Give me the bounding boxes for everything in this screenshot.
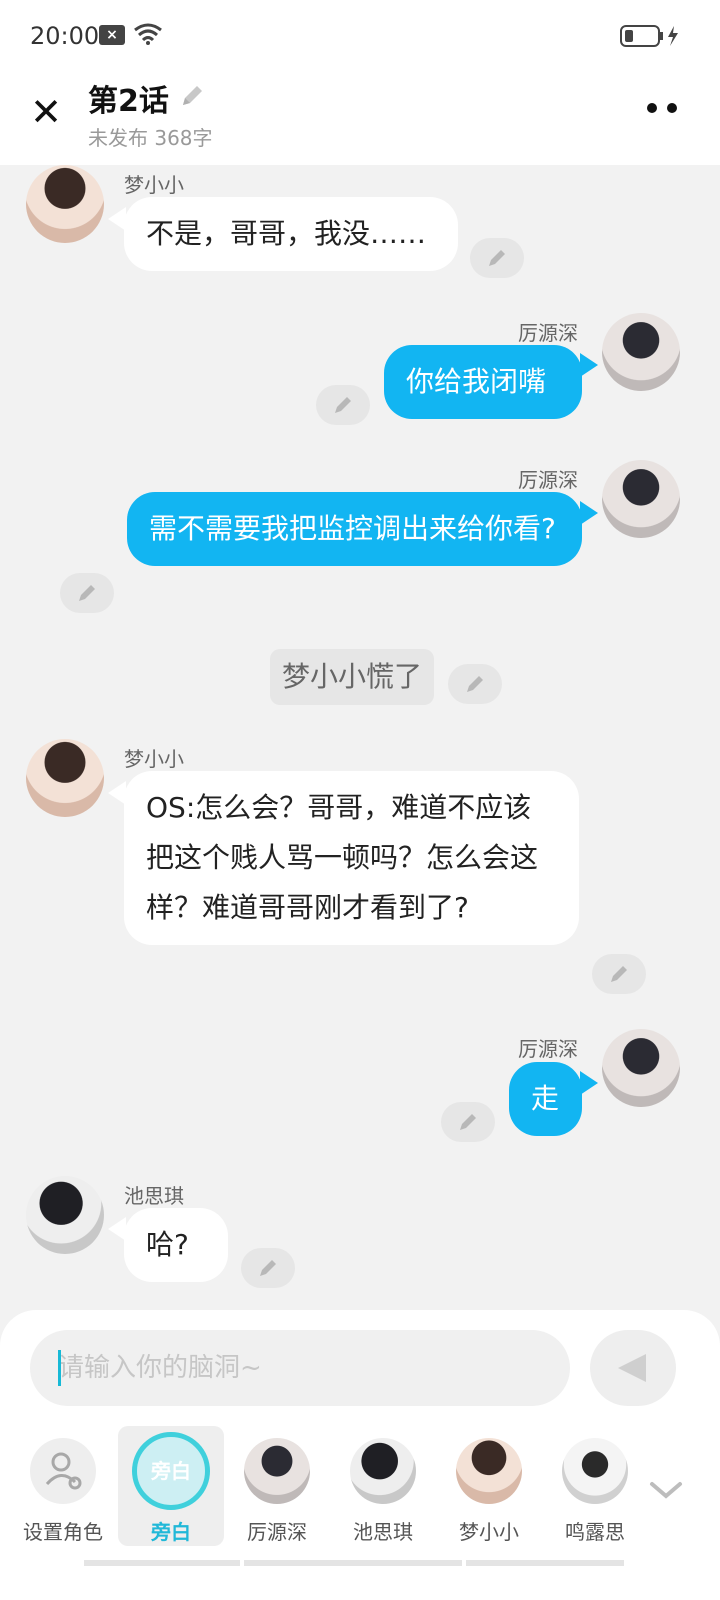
sender-name: 厉源深 [518, 468, 578, 492]
message-bubble[interactable]: 你给我闭嘴 [384, 345, 582, 419]
message-bubble[interactable]: 不是，哥哥，我没…… [124, 197, 458, 271]
role-meng-xiaoxiao[interactable]: 梦小小 [436, 1426, 542, 1546]
message-bubble[interactable]: 走 [509, 1062, 582, 1136]
edit-message-button[interactable] [448, 664, 502, 704]
sender-name: 池思琪 [124, 1184, 184, 1208]
edit-message-button[interactable] [592, 954, 646, 994]
close-button[interactable]: ✕ [26, 92, 66, 132]
scroll-indicator [84, 1560, 240, 1566]
edit-message-button[interactable] [241, 1248, 295, 1288]
edit-message-button[interactable] [441, 1102, 495, 1142]
message-input[interactable] [30, 1330, 570, 1406]
avatar[interactable] [26, 739, 104, 817]
edit-message-button[interactable] [470, 238, 524, 278]
text-caret [58, 1350, 61, 1386]
edit-title-icon[interactable] [178, 82, 206, 114]
avatar[interactable] [26, 165, 104, 243]
send-icon [618, 1354, 646, 1382]
avatar [244, 1438, 310, 1504]
role-label: 鸣露思 [565, 1520, 625, 1544]
sender-name: 厉源深 [518, 1037, 578, 1061]
role-label: 厉源深 [247, 1520, 307, 1544]
avatar[interactable] [602, 1029, 680, 1107]
page-title: 第2话 [88, 84, 169, 119]
notification-icon: × [99, 25, 125, 45]
composer: 设置角色 旁白 旁白 厉源深 池思琪 梦小小 鸣露思 [0, 1310, 720, 1600]
role-chi-siqi[interactable]: 池思琪 [330, 1426, 436, 1546]
chat-area[interactable]: 梦小小 不是，哥哥，我没…… 厉源深 你给我闭嘴 厉源深 需不需要我把监控调出来… [0, 165, 720, 1310]
more-icon[interactable] [644, 100, 684, 120]
narration-badge: 旁白 [132, 1432, 210, 1510]
scroll-indicator [244, 1560, 462, 1566]
send-button[interactable] [590, 1330, 676, 1406]
sender-name: 梦小小 [124, 173, 184, 197]
battery-icon [620, 24, 682, 52]
wifi-icon [133, 22, 163, 50]
chevron-down-icon[interactable] [648, 1478, 684, 1506]
narration-text[interactable]: 梦小小慌了 [270, 649, 435, 705]
role-label: 旁白 [151, 1520, 191, 1544]
role-label: 设置角色 [23, 1520, 103, 1544]
avatar [456, 1438, 522, 1504]
sender-name: 梦小小 [124, 747, 184, 771]
episode-status: 未发布 368字 [88, 126, 213, 150]
status-bar: 20:00 × [0, 0, 720, 70]
role-set-character[interactable]: 设置角色 [10, 1426, 116, 1546]
avatar [350, 1438, 416, 1504]
role-li-yuanshen[interactable]: 厉源深 [224, 1426, 330, 1546]
role-label: 梦小小 [459, 1520, 519, 1544]
message-bubble[interactable]: 哈? [124, 1208, 228, 1282]
message-bubble[interactable]: 需不需要我把监控调出来给你看? [127, 492, 582, 566]
sender-name: 厉源深 [518, 321, 578, 345]
edit-message-button[interactable] [316, 385, 370, 425]
bubble-tail [580, 1071, 598, 1095]
role-ming-lusi[interactable]: 鸣露思 [542, 1426, 648, 1546]
role-selector: 设置角色 旁白 旁白 厉源深 池思琪 梦小小 鸣露思 [0, 1426, 720, 1556]
avatar[interactable] [26, 1176, 104, 1254]
avatar[interactable] [602, 313, 680, 391]
role-label: 池思琪 [353, 1520, 413, 1544]
avatar[interactable] [602, 460, 680, 538]
header: ✕ 第2话 未发布 368字 [0, 70, 720, 165]
role-narration[interactable]: 旁白 旁白 [118, 1426, 224, 1546]
add-person-icon [30, 1438, 96, 1504]
avatar [562, 1438, 628, 1504]
message-bubble[interactable]: OS:怎么会？哥哥，难道不应该把这个贱人骂一顿吗？怎么会这样？难道哥哥刚才看到了… [124, 771, 579, 945]
edit-message-button[interactable] [60, 573, 114, 613]
status-time: 20:00 [30, 22, 100, 50]
bubble-tail [580, 353, 598, 377]
bubble-tail [580, 501, 598, 525]
scroll-indicator [466, 1560, 624, 1566]
